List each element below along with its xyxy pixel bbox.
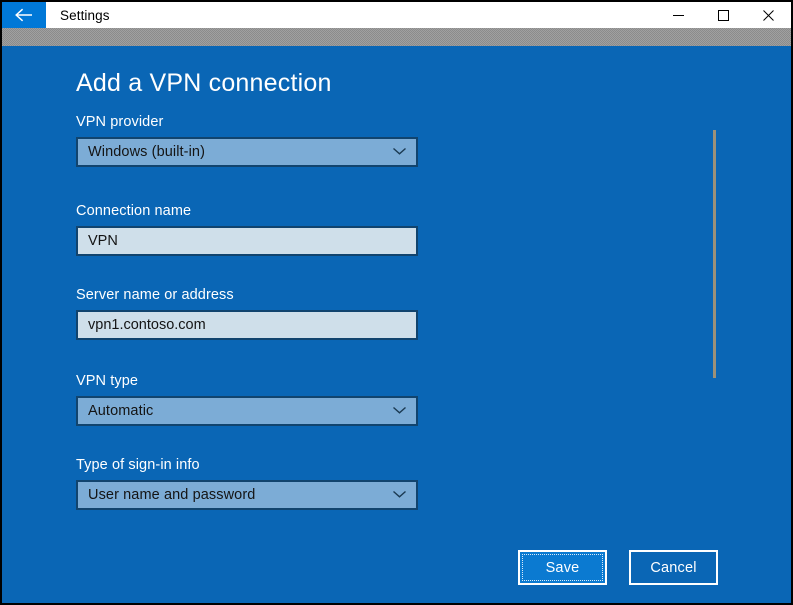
scrollbar-thumb[interactable] bbox=[713, 130, 716, 378]
dialog-button-row: Save Cancel bbox=[518, 550, 718, 585]
settings-content-pane: Add a VPN connection VPN provider Window… bbox=[2, 46, 791, 603]
close-button[interactable] bbox=[746, 2, 791, 28]
save-button[interactable]: Save bbox=[518, 550, 607, 585]
signin-type-value: User name and password bbox=[88, 487, 256, 503]
label-vpn-provider: VPN provider bbox=[76, 114, 164, 130]
titlebar-divider-band bbox=[2, 28, 791, 46]
server-address-input[interactable] bbox=[76, 310, 418, 340]
connection-name-input[interactable] bbox=[76, 226, 418, 256]
field-group-connection-name: Connection name bbox=[76, 203, 418, 256]
cancel-button[interactable]: Cancel bbox=[629, 550, 718, 585]
chevron-down-icon bbox=[392, 402, 407, 420]
settings-window: Settings Add a VPN connection VPN provid… bbox=[0, 0, 793, 605]
label-signin-type: Type of sign-in info bbox=[76, 457, 200, 473]
close-icon bbox=[762, 9, 775, 22]
field-group-signin-type: Type of sign-in info User name and passw… bbox=[76, 457, 418, 510]
vertical-scrollbar[interactable] bbox=[710, 46, 720, 603]
maximize-icon bbox=[717, 9, 730, 22]
label-connection-name: Connection name bbox=[76, 203, 192, 219]
vpn-provider-value: Windows (built-in) bbox=[88, 144, 206, 160]
label-vpn-type: VPN type bbox=[76, 373, 139, 389]
chevron-down-icon bbox=[392, 143, 407, 161]
page-title: Add a VPN connection bbox=[76, 69, 332, 97]
maximize-button[interactable] bbox=[701, 2, 746, 28]
window-title: Settings bbox=[60, 7, 110, 23]
signin-type-dropdown[interactable]: User name and password bbox=[76, 480, 418, 510]
minimize-icon bbox=[672, 10, 685, 21]
field-group-vpn-type: VPN type Automatic bbox=[76, 373, 418, 426]
chevron-down-icon bbox=[392, 486, 407, 504]
label-server-address: Server name or address bbox=[76, 287, 234, 303]
back-button[interactable] bbox=[2, 2, 46, 28]
minimize-button[interactable] bbox=[656, 2, 701, 28]
vpn-provider-dropdown[interactable]: Windows (built-in) bbox=[76, 137, 418, 167]
field-group-server-address: Server name or address bbox=[76, 287, 418, 340]
vpn-type-dropdown[interactable]: Automatic bbox=[76, 396, 418, 426]
back-arrow-icon bbox=[13, 7, 35, 23]
field-group-vpn-provider: VPN provider Windows (built-in) bbox=[76, 114, 418, 167]
window-titlebar: Settings bbox=[2, 2, 791, 28]
vpn-type-value: Automatic bbox=[88, 403, 154, 419]
